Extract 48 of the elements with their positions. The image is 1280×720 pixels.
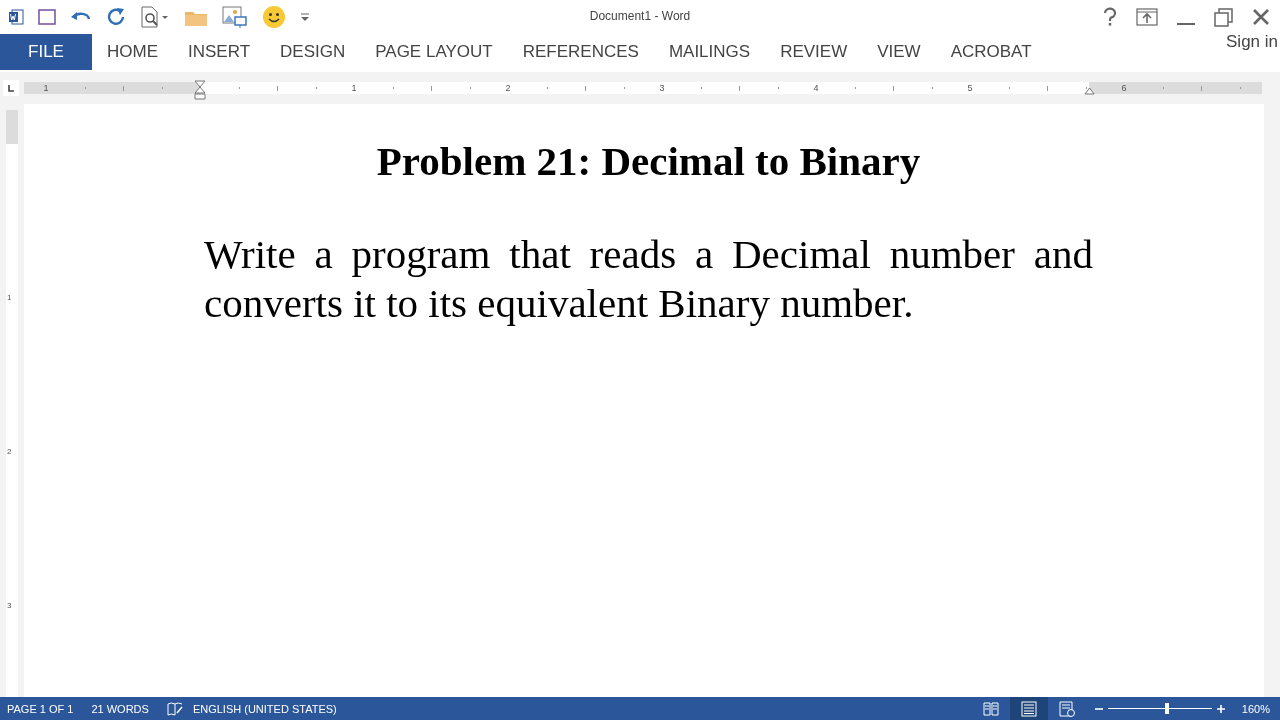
zoom-level[interactable]: 160% (1230, 702, 1280, 715)
ribbon-tab[interactable]: REFERENCES (507, 34, 654, 70)
ruler-number: 1 (351, 82, 357, 94)
ribbon-tab[interactable]: PAGE LAYOUT (360, 34, 508, 70)
picture-icon[interactable] (222, 6, 248, 28)
ruler-number: 5 (967, 82, 973, 94)
ruler-number: 3 (659, 82, 665, 94)
word-logo-icon[interactable] (8, 9, 24, 25)
ribbon-tab[interactable]: INSERT (173, 34, 266, 70)
dropdown-icon[interactable] (300, 12, 310, 22)
tab-selector-icon[interactable] (3, 80, 19, 96)
ruler-number: 1 (43, 82, 49, 94)
language-status[interactable]: ENGLISH (UNITED STATES) (192, 702, 337, 715)
zoom-in-icon[interactable] (1216, 703, 1226, 714)
sign-in-link[interactable]: Sign in (1224, 32, 1280, 52)
document-title: Problem 21: Decimal to Binary (375, 137, 922, 186)
ruler-number: 3 (7, 601, 12, 611)
page-count[interactable]: PAGE 1 OF 1 (7, 702, 74, 715)
ribbon-display-icon[interactable] (1136, 8, 1158, 26)
print-preview-icon[interactable] (140, 6, 170, 28)
ribbon-tab[interactable]: ACROBAT (935, 34, 1047, 70)
ruler-number: 6 (1121, 82, 1127, 94)
window-title: Document1 - Word (589, 9, 691, 23)
print-layout-icon (1021, 700, 1037, 717)
document-paragraph: Write a program that reads a Decimal number and converts it to its equivalent Binary number. (204, 230, 1093, 328)
ribbon-tab[interactable]: VIEW (862, 34, 936, 70)
right-indent-marker-icon[interactable] (1084, 87, 1095, 95)
print-layout-button[interactable] (1010, 697, 1048, 720)
ribbon-tab[interactable]: MAILINGS (653, 34, 766, 70)
read-mode-icon (983, 700, 999, 717)
ruler-number: 1 (7, 293, 12, 303)
ruler-number: 4 (813, 82, 819, 94)
web-layout-icon (1059, 700, 1075, 717)
restore-icon[interactable] (1214, 7, 1234, 27)
close-icon[interactable] (1252, 8, 1270, 26)
indent-marker-icon[interactable] (194, 80, 206, 100)
ribbon-tab[interactable]: DESIGN (265, 34, 361, 70)
proofing-icon[interactable] (166, 700, 183, 717)
save-icon[interactable] (38, 8, 56, 26)
help-icon[interactable] (1102, 7, 1118, 27)
word-count[interactable]: 21 WORDS (91, 702, 149, 715)
file-tab[interactable]: FILE (0, 34, 92, 70)
ruler-number: 2 (505, 82, 511, 94)
redo-icon[interactable] (106, 7, 126, 27)
smiley-icon[interactable] (262, 5, 286, 29)
ribbon-tab[interactable]: HOME (92, 34, 173, 70)
ruler-number: 2 (7, 447, 12, 457)
ribbon-tab[interactable]: REVIEW (765, 34, 863, 70)
